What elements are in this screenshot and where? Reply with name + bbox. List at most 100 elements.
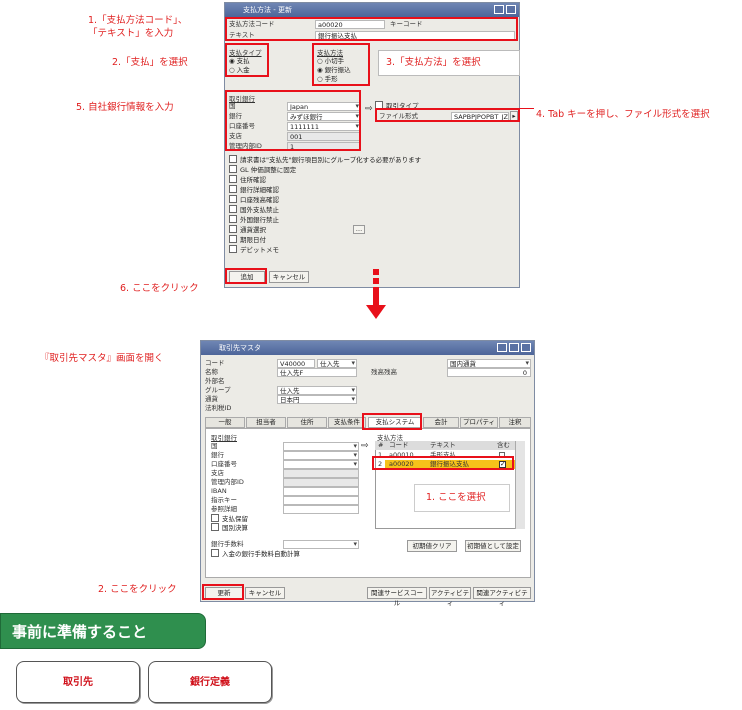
window-title: 支払方法 - 更新 <box>243 6 292 14</box>
bank-definition-button[interactable]: 銀行定義 <box>148 661 272 703</box>
bp-link-icon[interactable]: ⇨ <box>361 441 369 451</box>
close-icon[interactable] <box>506 5 516 14</box>
bp-cancel-button[interactable]: キャンセル <box>245 587 285 599</box>
highlight-selected-row <box>372 456 514 470</box>
bp-bank-dropdown[interactable] <box>283 451 359 460</box>
annotation-step1: 1.「支払方法コード」、 「テキスト」を入力 <box>88 15 188 39</box>
bp-mgmt-label: 管理内部ID <box>211 478 244 486</box>
bp-instruction-key-label: 指示キー <box>211 496 237 504</box>
arrow-dash <box>373 278 379 284</box>
check-no-foreign-bank[interactable]: 外国銀行禁止 <box>229 215 279 225</box>
bp-name-field[interactable]: 仕入先F <box>277 368 357 377</box>
highlight-payment-system-tab <box>362 413 422 430</box>
clear-default-button[interactable]: 初期値クリア <box>407 540 457 552</box>
bp-bank-label: 銀行 <box>211 451 224 459</box>
business-partner-button[interactable]: 取引先 <box>16 661 140 703</box>
bp-iban-field[interactable] <box>283 487 359 496</box>
bp-instruction-key-field[interactable] <box>283 496 359 505</box>
arrow-shaft <box>373 287 379 307</box>
bp-reference-field[interactable] <box>283 505 359 514</box>
tab-general[interactable]: 一般 <box>205 417 245 428</box>
check-currency[interactable]: 通貨選択 <box>229 225 266 235</box>
prerequisite-banner-text: 事前に準備すること <box>12 623 148 641</box>
window-titlebar: 支払方法 - 更新 <box>225 3 519 17</box>
annotation-step4: 4. Tab キーを押し、ファイル形式を選択 <box>536 109 710 120</box>
bp-foreign-name-label: 外部名 <box>205 377 225 385</box>
related-activity-button[interactable]: 関連アクティビティ <box>473 587 531 607</box>
bp-currency-dropdown[interactable]: 日本円 <box>277 395 357 404</box>
col-include: 含む <box>497 441 510 449</box>
minimize-icon[interactable] <box>497 343 507 352</box>
tab-contacts[interactable]: 担当者 <box>246 417 286 428</box>
tab-payment-terms[interactable]: 支払条件 <box>328 417 366 428</box>
callout-step4 <box>520 108 534 109</box>
bp-branch-label: 支店 <box>211 469 224 477</box>
check-address[interactable]: 住所確認 <box>229 175 266 185</box>
bp-check-country[interactable]: 国別決算 <box>211 523 248 533</box>
minimize-icon[interactable] <box>494 5 504 14</box>
bp-code-label: コード <box>205 359 225 367</box>
bp-group-label: グループ <box>205 386 231 394</box>
tab-address[interactable]: 住所 <box>287 417 327 428</box>
bp-fee-dropdown[interactable] <box>283 540 359 549</box>
link-arrow-icon[interactable]: ⇨ <box>365 104 373 114</box>
bp-group-dropdown[interactable]: 仕入先 <box>277 386 357 395</box>
bp-reference-label: 参照詳細 <box>211 505 237 513</box>
annotation-step6: 6. ここをクリック <box>120 283 199 294</box>
col-text: テキスト <box>430 441 456 449</box>
highlight-house-bank <box>225 90 361 151</box>
check-debit-memo[interactable]: デビットメモ <box>229 245 279 255</box>
bp-fee-label: 銀行手数料 <box>211 540 244 548</box>
related-service-call-button[interactable]: 関連サービスコール <box>367 587 427 607</box>
bp-bank-country-dropdown[interactable] <box>283 442 359 451</box>
check-no-foreign-pay[interactable]: 国外支払禁止 <box>229 205 279 215</box>
bp-bank-section: 取引銀行 <box>211 434 237 442</box>
tab-properties[interactable]: プロパティ <box>460 417 498 428</box>
check-group-by-bank[interactable]: 請求書は"支払先"銀行項目別にグループ化する必要があります <box>229 155 421 165</box>
bp-window-title: 取引先マスタ <box>219 344 261 352</box>
bp-master-window: 取引先マスタ コード V40000 仕入先 国内通貨 名称 仕入先F 残高残高 … <box>200 340 535 607</box>
highlight-code-text <box>225 17 518 41</box>
annotation-step2: 2.「支払」を選択 <box>112 57 188 68</box>
bp-mgmt-field <box>283 478 359 487</box>
close-icon[interactable] <box>521 343 531 352</box>
annotation-step5: 5. 自社銀行情報を入力 <box>76 102 174 113</box>
check-gl-fixed[interactable]: GL 仲価調整に固定 <box>229 165 296 175</box>
highlight-add-button <box>225 268 267 284</box>
highlight-payment-type <box>225 43 269 77</box>
bp-account-label: 口座番号 <box>211 460 237 468</box>
tab-remarks[interactable]: 注釈 <box>499 417 531 428</box>
highlight-update-button <box>202 584 244 600</box>
arrow-dash <box>373 269 379 275</box>
col-code: コード <box>389 441 409 449</box>
bp-taxid-label: 法利税ID <box>205 404 232 412</box>
bp-bank-country-label: 国 <box>211 442 218 450</box>
bp-account-dropdown[interactable] <box>283 460 359 469</box>
cancel-button[interactable]: キャンセル <box>269 271 309 283</box>
maximize-icon[interactable] <box>509 343 519 352</box>
check-due-date[interactable]: 期限日付 <box>229 235 266 245</box>
bp-check-fee-auto[interactable]: 入金の銀行手数料自動計算 <box>211 549 300 559</box>
bp-branch-field <box>283 469 359 478</box>
activity-button[interactable]: アクティビティ <box>429 587 471 607</box>
col-num: # <box>378 441 384 449</box>
check-bank-detail[interactable]: 銀行詳細確認 <box>229 185 279 195</box>
bp-code-field[interactable]: V40000 <box>277 359 315 368</box>
bp-pm-scrollbar[interactable] <box>515 441 525 529</box>
annotation-b1: 1. ここを選択 <box>426 492 486 503</box>
bp-currency-type-dropdown[interactable]: 国内通貨 <box>447 359 531 368</box>
tab-accounting[interactable]: 会計 <box>423 417 459 428</box>
bp-type-dropdown[interactable]: 仕入先 <box>317 359 357 368</box>
annotation-step3: 3.「支払方法」を選択 <box>386 57 481 68</box>
set-default-button[interactable]: 初期値として設定 <box>465 540 521 552</box>
annotation-b2: 2. ここをクリック <box>98 584 177 595</box>
annotation-open-bp: 『取引先マスタ』画面を開く <box>40 353 164 364</box>
check-balance[interactable]: 口座残高確認 <box>229 195 279 205</box>
down-arrow-icon <box>366 305 386 319</box>
currency-ellipsis-button[interactable]: … <box>353 225 365 234</box>
highlight-file-format <box>375 108 520 122</box>
bp-currency-label: 通貨 <box>205 395 218 403</box>
bp-name-label: 名称 <box>205 368 218 376</box>
highlight-payment-method <box>312 43 370 86</box>
bp-balance-label: 残高残高 <box>371 368 397 376</box>
